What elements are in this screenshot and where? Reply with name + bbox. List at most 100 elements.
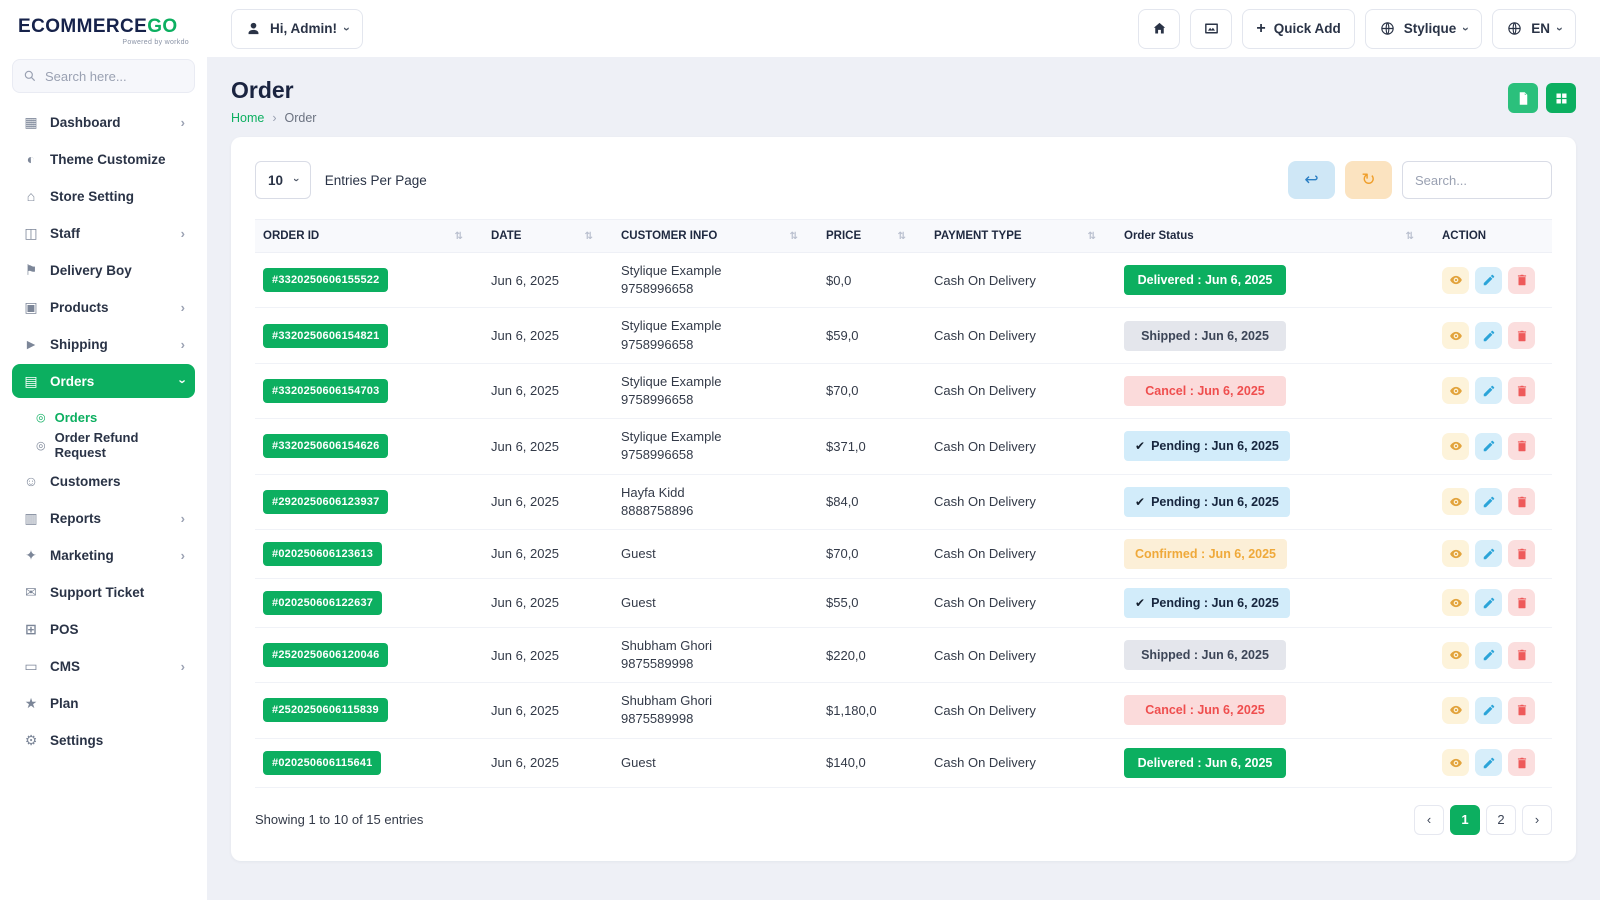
order-status-badge: Shipped : Jun 6, 2025 <box>1124 321 1286 351</box>
delete-order-button[interactable] <box>1508 642 1535 669</box>
sort-icon[interactable]: ⇅ <box>1406 231 1426 242</box>
sidebar-item-products[interactable]: ▣ Products › <box>12 290 195 324</box>
edit-order-button[interactable] <box>1475 697 1502 724</box>
logo[interactable]: ECOMMERCEGO Powered by workdo <box>12 14 195 46</box>
sidebar-item-orders[interactable]: ▤ Orders › <box>12 364 195 398</box>
edit-order-button[interactable] <box>1475 267 1502 294</box>
edit-order-button[interactable] <box>1475 377 1502 404</box>
content: Order Home › Order <box>207 57 1600 900</box>
column-header-payment-type[interactable]: PAYMENT TYPE ⇅ <box>926 220 1116 253</box>
view-order-button[interactable] <box>1442 377 1469 404</box>
sidebar-item-cms[interactable]: ▭ CMS › <box>12 649 195 683</box>
refresh-button[interactable]: ↻ <box>1345 161 1392 199</box>
sort-icon[interactable]: ⇅ <box>790 231 810 242</box>
view-order-button[interactable] <box>1442 589 1469 616</box>
column-header-order-status[interactable]: Order Status ⇅ <box>1116 220 1434 253</box>
sort-icon[interactable]: ⇅ <box>455 231 475 242</box>
order-id-badge[interactable]: #020250606122637 <box>263 591 382 615</box>
delete-order-button[interactable] <box>1508 322 1535 349</box>
edit-order-button[interactable] <box>1475 433 1502 460</box>
edit-order-button[interactable] <box>1475 322 1502 349</box>
view-order-button[interactable] <box>1442 322 1469 349</box>
main: Hi, Admin! › + Quick Add Stylique › <box>207 0 1600 900</box>
sidebar-item-settings[interactable]: ⚙ Settings <box>12 723 195 757</box>
store-switcher-button[interactable]: Stylique › <box>1365 9 1483 49</box>
delete-order-button[interactable] <box>1508 433 1535 460</box>
edit-order-button[interactable] <box>1475 540 1502 567</box>
view-order-button[interactable] <box>1442 433 1469 460</box>
table-row: #3320250606154703 Jun 6, 2025 Stylique E… <box>255 363 1552 418</box>
sidebar-item-theme-customize[interactable]: ◐ Theme Customize <box>12 142 195 176</box>
entries-per-page-select[interactable]: 10 › <box>255 161 311 199</box>
sort-icon[interactable]: ⇅ <box>585 231 605 242</box>
sidebar-item-support-ticket[interactable]: ✉ Support Ticket <box>12 575 195 609</box>
edit-order-button[interactable] <box>1475 488 1502 515</box>
sidebar-search-input[interactable] <box>45 69 184 84</box>
sort-icon[interactable]: ⇅ <box>898 231 918 242</box>
delete-order-button[interactable] <box>1508 540 1535 567</box>
sidebar-item-pos[interactable]: ⊞ POS <box>12 612 195 646</box>
delete-order-button[interactable] <box>1508 377 1535 404</box>
order-id-badge[interactable]: #2520250606115839 <box>263 698 388 722</box>
order-id-badge[interactable]: #020250606115641 <box>263 751 381 775</box>
home-button[interactable] <box>1138 9 1180 49</box>
sidebar-search[interactable] <box>12 59 195 93</box>
sort-icon[interactable]: ⇅ <box>1088 231 1108 242</box>
delete-order-button[interactable] <box>1508 589 1535 616</box>
sidebar-item-plan[interactable]: ★ Plan <box>12 686 195 720</box>
order-status-badge: Confirmed : Jun 6, 2025 <box>1124 539 1287 569</box>
sidebar-subitem-orders[interactable]: ◎ Orders <box>28 404 195 430</box>
sidebar-item-dashboard[interactable]: ▦ Dashboard › <box>12 105 195 139</box>
products-icon: ▣ <box>22 299 40 316</box>
sidebar-item-staff[interactable]: ◫ Staff › <box>12 216 195 250</box>
view-order-button[interactable] <box>1442 540 1469 567</box>
edit-order-button[interactable] <box>1475 642 1502 669</box>
pagination-next[interactable]: › <box>1522 805 1552 835</box>
order-id-badge[interactable]: #3320250606154821 <box>263 324 388 348</box>
sidebar-item-shipping[interactable]: ► Shipping › <box>12 327 195 361</box>
language-switcher-button[interactable]: EN › <box>1492 9 1576 49</box>
edit-order-button[interactable] <box>1475 749 1502 776</box>
order-id-badge[interactable]: #2520250606120046 <box>263 643 388 667</box>
order-id-badge[interactable]: #3320250606155522 <box>263 268 388 292</box>
quick-add-button[interactable]: + Quick Add <box>1242 9 1354 49</box>
customer-phone: 9758996658 <box>621 391 810 409</box>
sidebar-item-reports[interactable]: ▥ Reports › <box>12 501 195 535</box>
order-id-badge[interactable]: #3320250606154626 <box>263 434 388 458</box>
order-id-badge[interactable]: #020250606123613 <box>263 542 382 566</box>
view-order-button[interactable] <box>1442 488 1469 515</box>
edit-order-button[interactable] <box>1475 589 1502 616</box>
export-button[interactable] <box>1508 83 1538 113</box>
admin-menu-button[interactable]: Hi, Admin! › <box>231 9 363 49</box>
view-order-button[interactable] <box>1442 749 1469 776</box>
sidebar-item-store-setting[interactable]: ⌂ Store Setting <box>12 179 195 213</box>
media-button[interactable] <box>1190 9 1232 49</box>
column-header-date[interactable]: DATE ⇅ <box>483 220 613 253</box>
delete-order-button[interactable] <box>1508 697 1535 724</box>
sidebar-item-marketing[interactable]: ✦ Marketing › <box>12 538 195 572</box>
view-order-button[interactable] <box>1442 267 1469 294</box>
order-id-badge[interactable]: #2920250606123937 <box>263 490 388 514</box>
customer-name: Shubham Ghori <box>621 692 810 710</box>
view-order-button[interactable] <box>1442 697 1469 724</box>
sidebar-item-delivery-boy[interactable]: ⚑ Delivery Boy <box>12 253 195 287</box>
delete-order-button[interactable] <box>1508 267 1535 294</box>
pos-icon: ⊞ <box>22 621 40 638</box>
grid-view-button[interactable] <box>1546 83 1576 113</box>
table-search-input[interactable] <box>1402 161 1552 199</box>
order-id-badge[interactable]: #3320250606154703 <box>263 379 388 403</box>
column-header-price[interactable]: PRICE ⇅ <box>818 220 926 253</box>
sidebar-item-customers[interactable]: ☺ Customers <box>12 464 195 498</box>
delete-order-button[interactable] <box>1508 488 1535 515</box>
pagination-page-1[interactable]: 1 <box>1450 805 1480 835</box>
column-header-customer-info[interactable]: CUSTOMER INFO ⇅ <box>613 220 818 253</box>
column-header-order-id[interactable]: ORDER ID ⇅ <box>255 220 483 253</box>
breadcrumb-home-link[interactable]: Home <box>231 111 264 125</box>
pagination-prev[interactable]: ‹ <box>1414 805 1444 835</box>
view-order-button[interactable] <box>1442 642 1469 669</box>
reset-filter-button[interactable]: ↩ <box>1288 161 1335 199</box>
pagination-page-2[interactable]: 2 <box>1486 805 1516 835</box>
delete-order-button[interactable] <box>1508 749 1535 776</box>
sidebar-subitem-order-refund-request[interactable]: ◎ Order Refund Request <box>28 432 195 458</box>
column-header-action[interactable]: ACTION <box>1434 220 1552 253</box>
